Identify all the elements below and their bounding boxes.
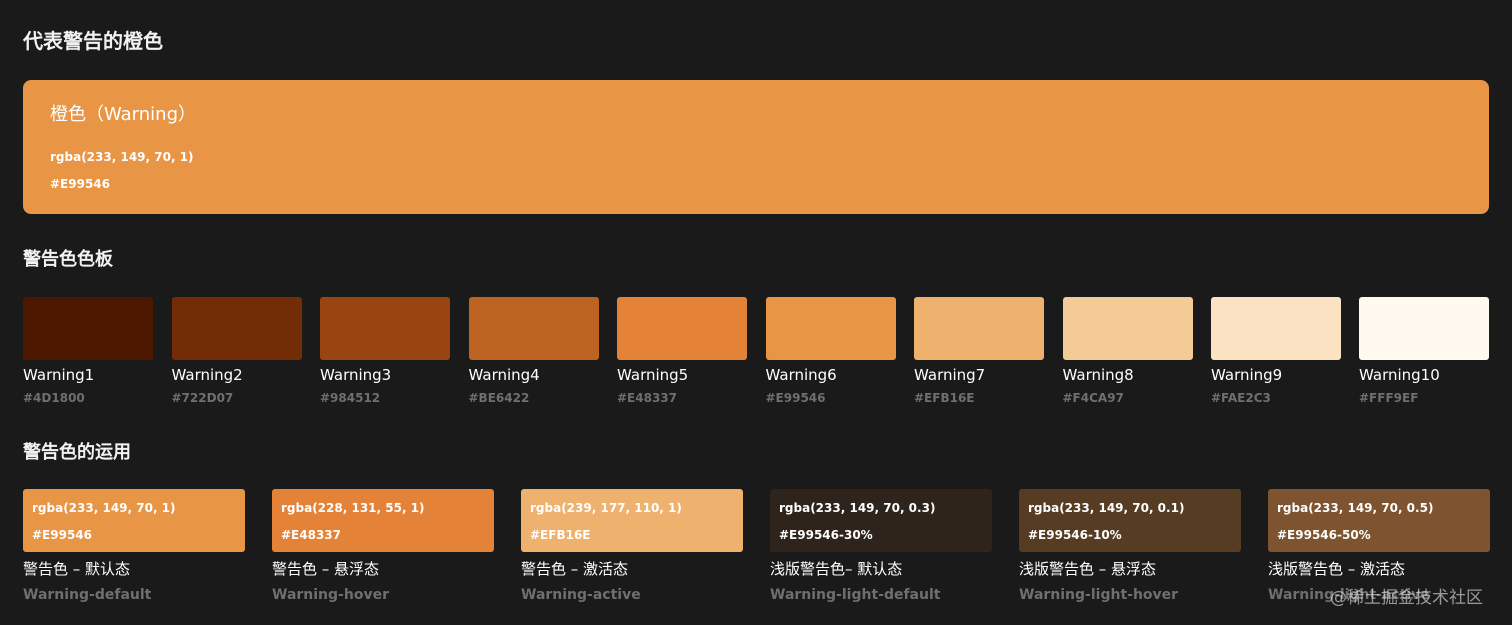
usage-color-card: rgba(239, 177, 110, 1) #EFB16E: [521, 489, 743, 552]
usage-rgba: rgba(233, 149, 70, 0.5): [1277, 501, 1434, 515]
swatch-name: Warning5: [617, 366, 689, 384]
palette-swatch: Warning10 #FFF9EF: [1359, 297, 1489, 405]
swatch-hex: #722D07: [171, 391, 234, 405]
palette-swatch: Warning8 #F4CA97: [1062, 297, 1193, 405]
usage-rgba: rgba(239, 177, 110, 1): [530, 501, 682, 515]
usage-label: 警告色 – 激活态: [521, 560, 629, 578]
swatch-color: [171, 297, 302, 360]
swatch-hex: #984512: [320, 391, 381, 405]
usage-hex: #E99546: [32, 528, 92, 542]
swatch-name: Warning4: [468, 366, 540, 384]
usage-token: Warning-light-default: [770, 587, 941, 603]
usage-item: rgba(228, 131, 55, 1) #E48337 警告色 – 悬浮态 …: [272, 489, 494, 603]
usage-item: rgba(233, 149, 70, 0.1) #E99546-10% 浅版警告…: [1019, 489, 1241, 603]
page-title: 代表警告的橙色: [23, 29, 163, 53]
swatch-color: [1211, 297, 1341, 360]
swatch-hex: #E99546: [765, 391, 826, 405]
color-name: 橙色（Warning）: [50, 104, 197, 125]
swatch-color: [617, 297, 747, 360]
swatch-name: Warning3: [320, 366, 392, 384]
palette-swatch: Warning4 #BE6422: [468, 297, 599, 405]
usage-color-card: rgba(233, 149, 70, 0.5) #E99546-50%: [1268, 489, 1490, 552]
usage-color-card: rgba(233, 149, 70, 0.3) #E99546-30%: [770, 489, 992, 552]
usage-color-card: rgba(233, 149, 70, 0.1) #E99546-10%: [1019, 489, 1241, 552]
usage-rgba: rgba(233, 149, 70, 0.1): [1028, 501, 1185, 515]
palette-swatch: Warning3 #984512: [320, 297, 450, 405]
swatch-name: Warning6: [765, 366, 837, 384]
swatch-hex: #EFB16E: [914, 391, 975, 405]
usage-hex: #EFB16E: [530, 528, 591, 542]
swatch-color: [320, 297, 450, 360]
color-hex: #E99546: [50, 177, 110, 191]
usage-token: Warning-hover: [272, 587, 389, 603]
usage-hex: #E99546-30%: [779, 528, 873, 542]
usage-item: rgba(233, 149, 70, 1) #E99546 警告色 – 默认态 …: [23, 489, 245, 603]
swatch-color: [1062, 297, 1193, 360]
usage-heading: 警告色的运用: [23, 442, 131, 463]
swatch-hex: #BE6422: [468, 391, 530, 405]
swatch-name: Warning2: [171, 366, 243, 384]
swatch-color: [765, 297, 896, 360]
usage-label: 警告色 – 悬浮态: [272, 560, 380, 578]
swatch-name: Warning1: [23, 366, 95, 384]
swatch-color: [914, 297, 1044, 360]
usage-label: 浅版警告色– 默认态: [770, 560, 903, 578]
usage-label: 警告色 – 默认态: [23, 560, 131, 578]
usage-label: 浅版警告色 – 悬浮态: [1019, 560, 1157, 578]
swatch-color: [23, 297, 153, 360]
swatch-color: [1359, 297, 1489, 360]
swatch-color: [468, 297, 599, 360]
color-rgba: rgba(233, 149, 70, 1): [50, 150, 194, 164]
swatch-hex: #4D1800: [23, 391, 85, 405]
usage-row: rgba(233, 149, 70, 1) #E99546 警告色 – 默认态 …: [23, 489, 1493, 609]
usage-item: rgba(233, 149, 70, 0.3) #E99546-30% 浅版警告…: [770, 489, 992, 603]
usage-token: Warning-default: [23, 587, 152, 603]
usage-item: rgba(239, 177, 110, 1) #EFB16E 警告色 – 激活态…: [521, 489, 743, 603]
usage-hex: #E48337: [281, 528, 341, 542]
swatch-hex: #F4CA97: [1062, 391, 1124, 405]
usage-label: 浅版警告色 – 激活态: [1268, 560, 1406, 578]
palette-swatch: Warning7 #EFB16E: [914, 297, 1044, 405]
usage-hex: #E99546-10%: [1028, 528, 1122, 542]
palette-swatch: Warning2 #722D07: [171, 297, 302, 405]
usage-token: Warning-active: [521, 587, 641, 603]
usage-color-card: rgba(233, 149, 70, 1) #E99546: [23, 489, 245, 552]
usage-color-card: rgba(228, 131, 55, 1) #E48337: [272, 489, 494, 552]
swatch-name: Warning8: [1062, 366, 1134, 384]
swatch-name: Warning9: [1211, 366, 1283, 384]
swatch-hex: #FAE2C3: [1211, 391, 1271, 405]
palette-heading: 警告色色板: [23, 249, 113, 270]
palette-row: Warning1 #4D1800 Warning2 #722D07 Warnin…: [23, 297, 1493, 417]
swatch-hex: #E48337: [617, 391, 677, 405]
usage-rgba: rgba(228, 131, 55, 1): [281, 501, 425, 515]
swatch-hex: #FFF9EF: [1359, 391, 1419, 405]
primary-color-card: 橙色（Warning） rgba(233, 149, 70, 1) #E9954…: [23, 80, 1489, 214]
palette-swatch: Warning5 #E48337: [617, 297, 747, 405]
watermark: @稀土掘金技术社区: [1330, 588, 1483, 608]
palette-swatch: Warning9 #FAE2C3: [1211, 297, 1341, 405]
usage-hex: #E99546-50%: [1277, 528, 1371, 542]
swatch-name: Warning10: [1359, 366, 1440, 384]
palette-swatch: Warning1 #4D1800: [23, 297, 153, 405]
swatch-name: Warning7: [914, 366, 986, 384]
palette-swatch: Warning6 #E99546: [765, 297, 896, 405]
usage-rgba: rgba(233, 149, 70, 0.3): [779, 501, 936, 515]
usage-token: Warning-light-hover: [1019, 587, 1179, 603]
usage-rgba: rgba(233, 149, 70, 1): [32, 501, 176, 515]
